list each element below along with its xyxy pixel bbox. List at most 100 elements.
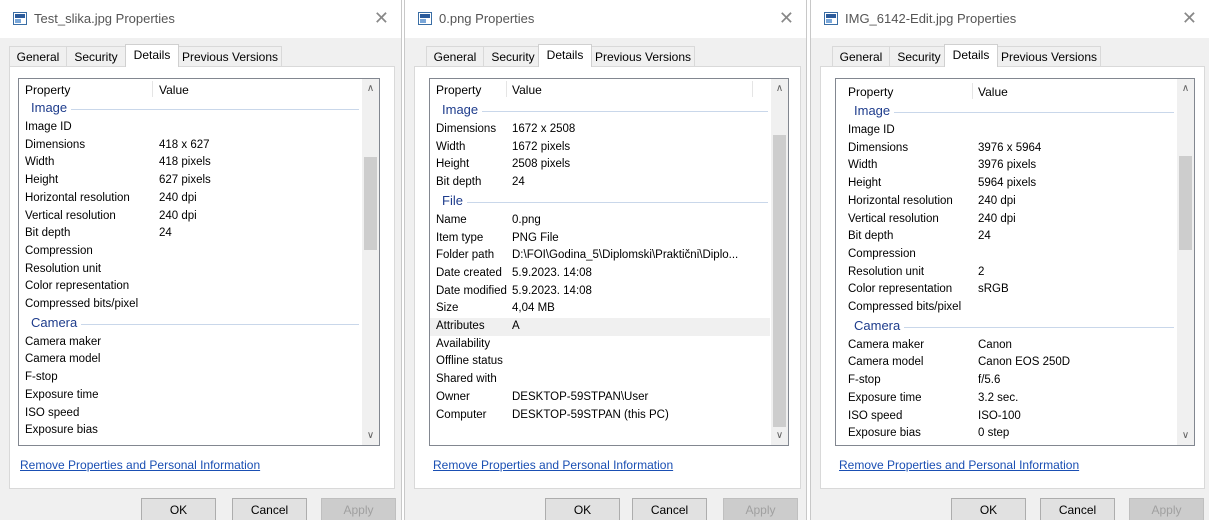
vertical-scrollbar[interactable]: ∧ ∨ [362,79,379,445]
cancel-button[interactable]: Cancel [1040,498,1115,520]
property-value[interactable]: 5.9.2023. 14:08 [512,267,592,279]
property-value[interactable]: A [512,320,520,332]
property-list[interactable]: Property Value Image Image ID Dimensions 41… [18,78,380,446]
tab-general[interactable]: General [832,46,890,66]
property-value[interactable]: ISO-100 [978,410,1021,422]
property-value[interactable]: 0 step [978,427,1009,439]
property-value[interactable]: 0.png [512,214,541,226]
ok-button[interactable]: OK [545,498,620,520]
property-row[interactable]: Width 3976 pixels [842,157,1176,175]
property-value[interactable]: 3976 x 5964 [978,142,1041,154]
property-row[interactable]: Size 4,04 MB [430,300,770,318]
property-value[interactable]: 627 pixels [159,174,211,186]
property-value[interactable]: DESKTOP-59STPAN\User [512,391,648,403]
scroll-thumb[interactable] [773,135,786,427]
header-value[interactable]: Value [512,83,542,97]
property-value[interactable]: 240 dpi [978,195,1016,207]
scroll-up-icon[interactable]: ∧ [771,80,788,97]
property-row[interactable]: Camera model Canon EOS 250D [842,354,1176,372]
tab-previous-versions[interactable]: Previous Versions [178,46,282,66]
property-row[interactable]: F-stop f/5.6 [842,372,1176,390]
property-row[interactable]: Date created 5.9.2023. 14:08 [430,265,770,283]
property-row[interactable]: Item type PNG File [430,230,770,248]
property-row[interactable]: Horizontal resolution 240 dpi [842,193,1176,211]
property-value[interactable]: f/5.6 [978,374,1000,386]
apply-button[interactable]: Apply [1129,498,1204,520]
scroll-thumb[interactable] [364,157,377,250]
property-value[interactable]: 24 [159,227,172,239]
property-value[interactable]: 24 [512,176,525,188]
property-value[interactable]: 3.2 sec. [978,392,1018,404]
property-row[interactable]: Bit depth 24 [842,228,1176,246]
property-row[interactable]: Exposure time [19,387,361,405]
vertical-scrollbar[interactable]: ∧ ∨ [771,79,788,445]
property-row[interactable]: Width 1672 pixels [430,139,770,157]
property-value[interactable]: 5964 pixels [978,177,1036,189]
property-value[interactable]: DESKTOP-59STPAN (this PC) [512,409,669,421]
property-row[interactable]: Image ID [842,122,1176,140]
tab-security[interactable]: Security [66,46,126,66]
property-row[interactable]: Offline status [430,353,770,371]
remove-properties-link[interactable]: Remove Properties and Personal Informati… [839,458,1079,472]
tab-details[interactable]: Details [125,44,179,67]
scroll-down-icon[interactable]: ∨ [771,427,788,444]
property-value[interactable]: 1672 pixels [512,141,570,153]
tab-security[interactable]: Security [889,46,949,66]
property-list[interactable]: Property Value Image Image ID Dimensions 39… [835,78,1195,446]
scroll-thumb[interactable] [1179,156,1192,250]
close-icon[interactable]: ✕ [1182,8,1197,28]
property-list[interactable]: Property Value Image Dimensions 1672 x 250… [429,78,789,446]
property-row[interactable]: Camera maker Canon [842,337,1176,355]
property-row[interactable]: Color representation [19,278,361,296]
property-row[interactable]: Resolution unit 2 [842,264,1176,282]
cancel-button[interactable]: Cancel [632,498,707,520]
property-value[interactable]: 240 dpi [159,192,197,204]
property-row[interactable]: Exposure time 3.2 sec. [842,390,1176,408]
property-value[interactable]: 2 [978,266,984,278]
property-value[interactable]: PNG File [512,232,559,244]
property-value[interactable]: 2508 pixels [512,158,570,170]
property-value[interactable]: 4,04 MB [512,302,555,314]
remove-properties-link[interactable]: Remove Properties and Personal Informati… [20,458,260,472]
property-row[interactable]: F-stop [19,369,361,387]
property-row[interactable]: Compression [842,246,1176,264]
scroll-up-icon[interactable]: ∧ [1177,80,1194,97]
property-value[interactable]: Canon [978,339,1012,351]
property-row[interactable]: Computer DESKTOP-59STPAN (this PC) [430,407,770,425]
property-row[interactable]: Horizontal resolution 240 dpi [19,190,361,208]
property-value[interactable]: 240 dpi [159,210,197,222]
header-value[interactable]: Value [159,83,189,97]
property-row[interactable]: Camera maker [19,334,361,352]
header-property[interactable]: Property [848,85,893,99]
property-row[interactable]: Exposure bias [19,422,361,440]
property-row[interactable]: Compressed bits/pixel [19,296,361,314]
property-value[interactable]: Canon EOS 250D [978,356,1070,368]
ok-button[interactable]: OK [141,498,216,520]
column-divider[interactable] [972,83,973,99]
property-row[interactable]: Compression [19,243,361,261]
property-value[interactable]: 5.9.2023. 14:08 [512,285,592,297]
apply-button[interactable]: Apply [723,498,798,520]
vertical-scrollbar[interactable]: ∧ ∨ [1177,79,1194,445]
property-value[interactable]: sRGB [978,283,1009,295]
tab-general[interactable]: General [9,46,67,66]
property-row[interactable]: Compressed bits/pixel [842,299,1176,317]
property-row[interactable]: Availability [430,336,770,354]
property-row[interactable]: ISO speed ISO-100 [842,408,1176,426]
tab-general[interactable]: General [426,46,484,66]
property-row[interactable]: Attributes A [430,318,770,336]
property-row[interactable]: Resolution unit [19,261,361,279]
property-row[interactable]: Dimensions 418 x 627 [19,137,361,155]
property-row[interactable]: Height 5964 pixels [842,175,1176,193]
title-bar[interactable]: 0.png Properties ✕ [405,0,806,38]
ok-button[interactable]: OK [951,498,1026,520]
tab-security[interactable]: Security [483,46,543,66]
scroll-down-icon[interactable]: ∨ [1177,427,1194,444]
title-bar[interactable]: IMG_6142-Edit.jpg Properties ✕ [811,0,1209,38]
property-value[interactable]: 1672 x 2508 [512,123,575,135]
property-row[interactable]: ISO speed [19,405,361,423]
scroll-up-icon[interactable]: ∧ [362,80,379,97]
property-row[interactable]: Height 627 pixels [19,172,361,190]
property-row[interactable]: Width 418 pixels [19,154,361,172]
property-row[interactable]: Exposure bias 0 step [842,425,1176,443]
